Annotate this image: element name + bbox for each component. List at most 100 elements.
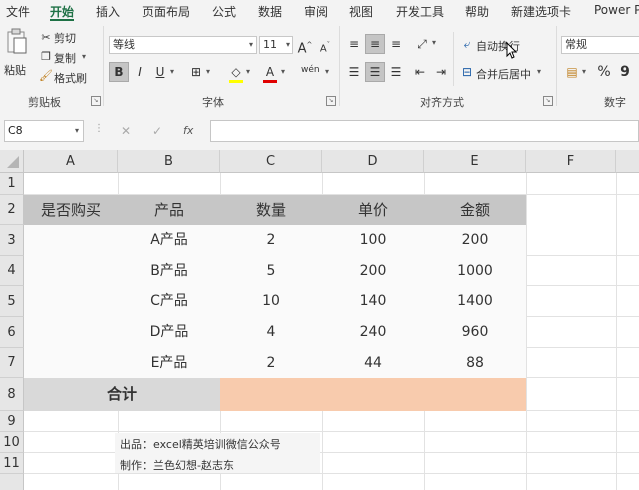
table-cell[interactable]: C产品	[118, 286, 220, 317]
cut-button[interactable]: 剪切	[54, 30, 76, 46]
column-header-f[interactable]: F	[526, 150, 616, 173]
decrease-indent-icon[interactable]: ⇤	[410, 62, 430, 82]
font-size-dropdown[interactable]: 11 ▾	[259, 36, 293, 54]
underline-dropdown-icon[interactable]: ▾	[170, 67, 174, 76]
orientation-dropdown-icon[interactable]: ▾	[432, 38, 436, 47]
font-color-dropdown-icon[interactable]: ▾	[281, 67, 285, 76]
font-launcher-icon[interactable]: ↘	[326, 96, 336, 106]
fill-dropdown-icon[interactable]: ▾	[246, 67, 250, 76]
row-header-5[interactable]: 5	[0, 286, 24, 317]
row-header-3[interactable]: 3	[0, 225, 24, 256]
column-header-e[interactable]: E	[424, 150, 526, 173]
enter-icon[interactable]: ✓	[152, 124, 162, 138]
table-cell[interactable]: A产品	[118, 225, 220, 256]
format-painter-icon[interactable]: 🖌	[36, 66, 56, 86]
column-header-a[interactable]: A	[24, 150, 118, 173]
name-box[interactable]: C8 ▾	[4, 120, 84, 142]
select-all-corner[interactable]	[0, 150, 24, 173]
copy-dropdown-icon[interactable]: ▾	[82, 52, 86, 61]
table-cell[interactable]: 2	[220, 225, 322, 256]
table-header-cell[interactable]: 数量	[220, 195, 322, 225]
clipboard-launcher-icon[interactable]: ↘	[91, 96, 101, 106]
align-center-icon[interactable]: ☰	[365, 62, 385, 82]
align-right-icon[interactable]: ☰	[386, 62, 406, 82]
currency-dropdown-icon[interactable]: ▾	[582, 67, 586, 76]
table-cell[interactable]: 10	[220, 286, 322, 317]
worksheet-grid[interactable]: A B C D E F 1 2 3 4 5 6 7 8 9 10 11 是否购买…	[0, 150, 639, 490]
table-cell[interactable]: B产品	[118, 256, 220, 286]
currency-icon[interactable]: ▤	[562, 62, 582, 82]
table-header-cell[interactable]: 金额	[424, 195, 526, 225]
column-header-c[interactable]: C	[220, 150, 322, 173]
table-header-cell[interactable]: 是否购买	[24, 195, 118, 225]
merge-center-icon[interactable]: ⊟	[457, 62, 477, 82]
table-cell[interactable]: 1400	[424, 286, 526, 317]
copy-icon[interactable]: ❐	[36, 47, 56, 67]
underline-button[interactable]: U	[150, 62, 170, 82]
bold-button[interactable]: B	[109, 62, 129, 82]
orientation-icon[interactable]: ⤢	[412, 34, 432, 54]
table-cell[interactable]: 2	[220, 348, 322, 378]
total-value-cell[interactable]	[220, 378, 526, 411]
wrap-text-icon[interactable]: ⤶	[457, 34, 477, 54]
paste-button[interactable]: 粘贴	[4, 28, 30, 77]
table-cell[interactable]: 88	[424, 348, 526, 378]
tab-help[interactable]: 帮助	[465, 3, 489, 20]
row-header-11[interactable]: 11	[0, 453, 24, 474]
comma-style-button[interactable]: 9	[615, 62, 635, 82]
tab-view[interactable]: 视图	[349, 3, 373, 20]
table-cell[interactable]: 1000	[424, 256, 526, 286]
phonetic-guide-button[interactable]: wén	[301, 65, 320, 75]
table-cell[interactable]: 200	[322, 256, 424, 286]
row-header-4[interactable]: 4	[0, 256, 24, 286]
align-bottom-icon[interactable]: ≡	[386, 34, 406, 54]
table-cell[interactable]: 140	[322, 286, 424, 317]
percent-button[interactable]: %	[594, 62, 614, 82]
border-icon[interactable]: ⊞	[186, 62, 206, 82]
table-cell[interactable]: 240	[322, 317, 424, 348]
row-header-6[interactable]: 6	[0, 317, 24, 348]
align-top-icon[interactable]: ≡	[344, 34, 364, 54]
table-cell[interactable]: 4	[220, 317, 322, 348]
fill-color-icon[interactable]: ◇	[226, 62, 246, 82]
align-middle-icon[interactable]: ≡	[365, 34, 385, 54]
copy-button[interactable]: 复制	[54, 50, 76, 66]
tab-home[interactable]: 开始	[50, 3, 74, 20]
scissors-icon[interactable]: ✂	[36, 28, 56, 48]
merge-center-button[interactable]: 合并后居中	[476, 66, 531, 82]
formula-input[interactable]	[210, 120, 639, 142]
tab-data[interactable]: 数据	[258, 3, 282, 20]
format-painter-button[interactable]: 格式刷	[54, 70, 87, 86]
shrink-font-button[interactable]: Aˇ	[315, 35, 335, 55]
row-header-9[interactable]: 9	[0, 411, 24, 432]
table-cell[interactable]: 200	[424, 225, 526, 256]
phonetic-dropdown-icon[interactable]: ▾	[325, 67, 329, 76]
alignment-launcher-icon[interactable]: ↘	[543, 96, 553, 106]
grow-font-button[interactable]: A^	[295, 35, 315, 56]
border-dropdown-icon[interactable]: ▾	[206, 67, 210, 76]
tab-new[interactable]: 新建选项卡	[511, 3, 571, 20]
tab-insert[interactable]: 插入	[96, 3, 120, 20]
table-cell[interactable]: D产品	[118, 317, 220, 348]
tab-power-pivot[interactable]: Power P	[594, 3, 639, 17]
table-header-cell[interactable]: 产品	[118, 195, 220, 225]
align-left-icon[interactable]: ☰	[344, 62, 364, 82]
merge-dropdown-icon[interactable]: ▾	[537, 67, 541, 76]
column-header-g[interactable]	[616, 150, 639, 173]
column-header-b[interactable]: B	[118, 150, 220, 173]
table-cell[interactable]: E产品	[118, 348, 220, 378]
italic-button[interactable]: I	[130, 62, 150, 82]
font-color-icon[interactable]: A	[260, 62, 280, 82]
tab-review[interactable]: 审阅	[304, 3, 328, 20]
table-cell[interactable]: 100	[322, 225, 424, 256]
font-name-dropdown[interactable]: 等线 ▾	[109, 36, 257, 54]
row-header-8[interactable]: 8	[0, 378, 24, 411]
row-header-7[interactable]: 7	[0, 348, 24, 378]
tab-developer[interactable]: 开发工具	[396, 3, 444, 20]
number-format-dropdown[interactable]: 常规	[561, 36, 639, 54]
row-header-12[interactable]	[0, 474, 24, 490]
insert-function-icon[interactable]: fx	[183, 124, 193, 137]
table-cell[interactable]: 960	[424, 317, 526, 348]
tab-file[interactable]: 文件	[6, 3, 30, 20]
table-header-cell[interactable]: 单价	[322, 195, 424, 225]
